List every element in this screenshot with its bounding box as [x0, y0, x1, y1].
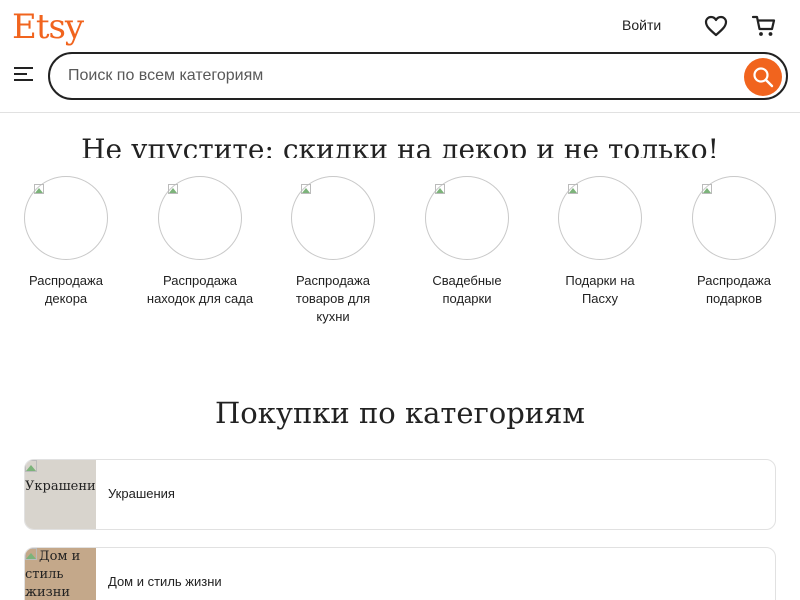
- cart-button[interactable]: [746, 8, 782, 44]
- broken-image-icon: [702, 184, 712, 194]
- category-thumbnail[interactable]: Украшения: [25, 460, 96, 529]
- deals-row: Распродажа декора Распродажа находок для…: [12, 176, 788, 336]
- deal-image[interactable]: [24, 176, 108, 260]
- favorites-button[interactable]: [698, 8, 734, 44]
- search-button[interactable]: [744, 58, 782, 96]
- deal-label[interactable]: Распродажа находок для сада: [146, 272, 254, 308]
- menu-button[interactable]: [10, 60, 38, 88]
- search-input[interactable]: [68, 64, 728, 88]
- deal-label[interactable]: Распродажа декора: [12, 272, 120, 308]
- category-label[interactable]: Дом и стиль жизни: [108, 573, 222, 591]
- broken-image-icon: [168, 184, 178, 194]
- deal-image[interactable]: [692, 176, 776, 260]
- search-bar: [48, 52, 788, 100]
- broken-image-icon: [435, 184, 445, 194]
- etsy-logo[interactable]: Etsy: [12, 6, 84, 48]
- broken-image-icon: [301, 184, 311, 194]
- heart-icon: [704, 15, 728, 37]
- cart-icon: [751, 15, 776, 36]
- deal-label[interactable]: Распродажа товаров для кухни: [279, 272, 387, 326]
- deal-label[interactable]: Распродажа подарков: [680, 272, 788, 308]
- category-thumbnail[interactable]: Дом и стиль жизни: [25, 548, 96, 600]
- search-icon: [753, 67, 774, 88]
- categories-heading: Покупки по категориям: [215, 396, 585, 430]
- deal-label[interactable]: Подарки на Пасху: [546, 272, 654, 308]
- deal-label[interactable]: Свадебные подарки: [413, 272, 521, 308]
- broken-image-icon: [25, 548, 37, 560]
- category-image-alt: Украшения: [25, 479, 96, 494]
- deal-image[interactable]: [425, 176, 509, 260]
- deal-image[interactable]: [158, 176, 242, 260]
- deal-image[interactable]: [558, 176, 642, 260]
- site-header: Etsy Войти: [0, 0, 800, 113]
- category-card-home-living[interactable]: Дом и стиль жизни Дом и стиль жизни: [24, 547, 776, 600]
- broken-image-icon: [568, 184, 578, 194]
- deal-image[interactable]: [291, 176, 375, 260]
- sign-in-link[interactable]: Войти: [622, 14, 661, 36]
- category-card-jewelry[interactable]: Украшения Украшения: [24, 459, 776, 530]
- broken-image-icon: [34, 184, 44, 194]
- deals-heading: Не упустите: скидки на декор и не только…: [81, 133, 719, 158]
- broken-image-icon: [25, 460, 37, 472]
- hamburger-menu-icon: [14, 67, 33, 81]
- category-label[interactable]: Украшения: [108, 485, 175, 503]
